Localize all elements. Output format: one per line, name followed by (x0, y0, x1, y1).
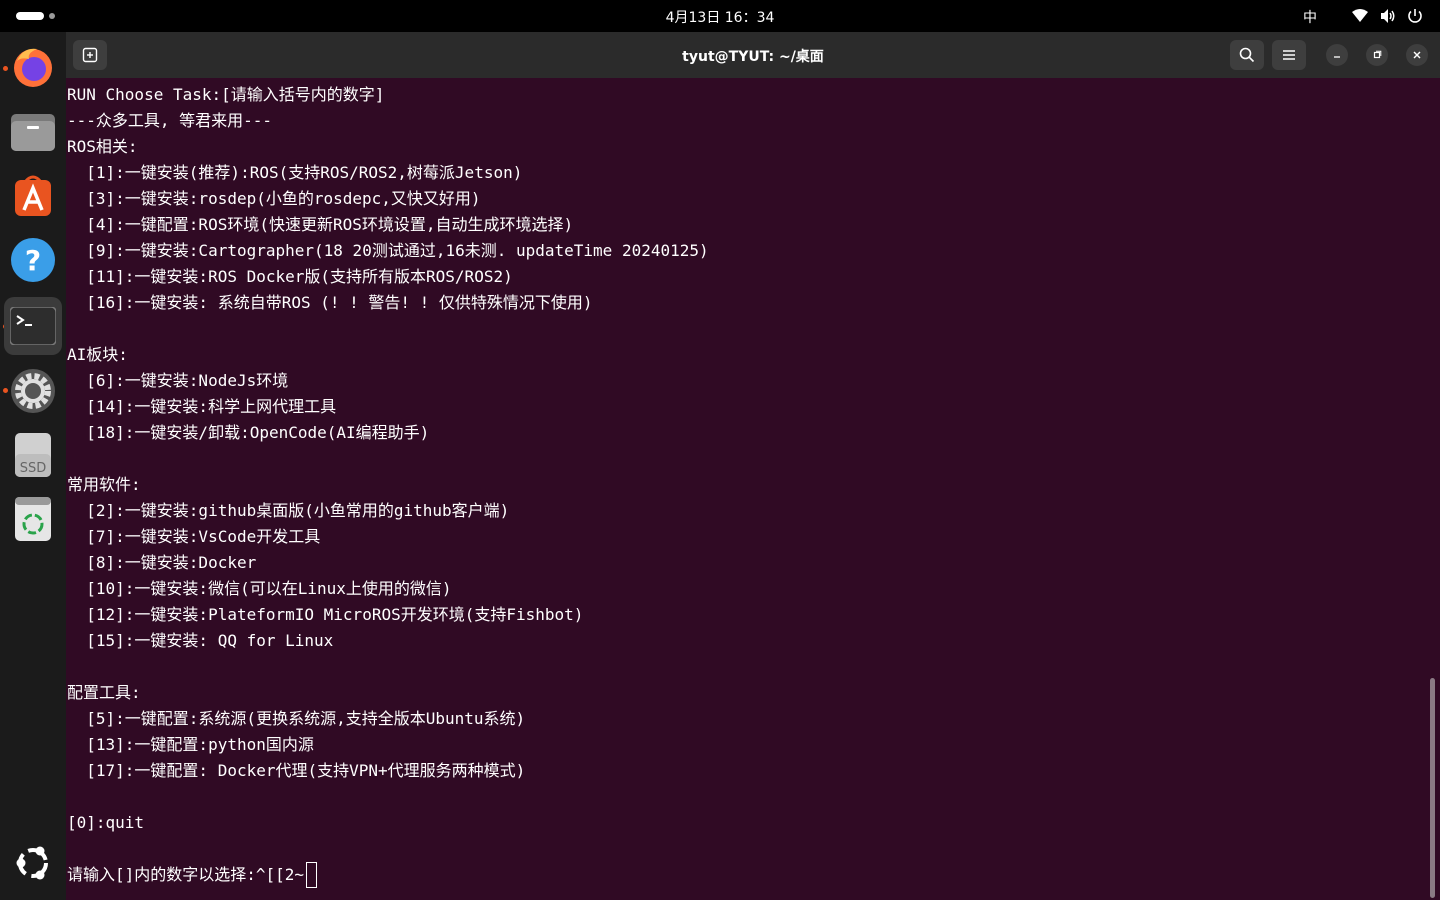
terminal-line: [15]:一键安装: QQ for Linux (67, 631, 334, 650)
minimize-icon (1334, 56, 1340, 58)
terminal-line: [8]:一键安装:Docker (67, 553, 257, 572)
restore-icon (1373, 50, 1382, 59)
power-icon[interactable] (1406, 7, 1424, 25)
terminal-line: [11]:一键安装:ROS Docker版(支持所有版本ROS/ROS2) (67, 267, 513, 286)
minimize-button[interactable] (1326, 44, 1348, 66)
terminal-line: [12]:一键安装:PlateformIO MicroROS开发环境(支持Fis… (67, 605, 584, 624)
terminal-line: ROS相关: (67, 137, 138, 156)
menu-button[interactable] (1272, 40, 1306, 70)
app-center-icon[interactable] (8, 171, 58, 221)
terminal-line: 常用软件: (67, 475, 141, 494)
terminal-window: tyut@TYUT: ~/桌面 RUN Choose Task:[请输入括号内的… (66, 32, 1440, 900)
prompt-line[interactable]: 请输入[]内的数字以选择:^[[2~ (67, 862, 1427, 888)
input-method-indicator[interactable]: 中 (1303, 7, 1317, 27)
search-icon (1239, 47, 1255, 63)
prompt-text: 请输入[]内的数字以选择:^[[2~ (67, 865, 305, 884)
svg-text:?: ? (25, 244, 41, 277)
files-icon[interactable] (8, 107, 58, 157)
hamburger-icon (1283, 50, 1295, 60)
terminal-line: [9]:一键安装:Cartographer(18 20测试通过,16未测. up… (67, 241, 709, 260)
terminal-line: [14]:一键安装:科学上网代理工具 (67, 397, 337, 416)
terminal-line: [18]:一键安装/卸载:OpenCode(AI编程助手) (67, 423, 430, 442)
text-cursor (306, 862, 318, 888)
terminal-line: [17]:一键配置: Docker代理(支持VPN+代理服务两种模式) (67, 761, 526, 780)
terminal-line: RUN Choose Task:[请输入括号内的数字] (67, 85, 385, 104)
scrollbar[interactable] (1430, 678, 1435, 898)
terminal-line: ---众多工具, 等君来用--- (67, 111, 273, 130)
firefox-icon[interactable] (8, 42, 58, 92)
dock: ? SSD (0, 32, 66, 900)
terminal-line: [1]:一键安装(推荐):ROS(支持ROS/ROS2,树莓派Jetson) (67, 163, 523, 182)
settings-icon[interactable] (8, 366, 58, 416)
maximize-button[interactable] (1366, 44, 1388, 66)
wifi-icon[interactable] (1351, 7, 1369, 25)
ssd-drive-icon[interactable]: SSD (8, 430, 58, 480)
terminal-line: [16]:一键安装: 系统自带ROS (! ! 警告! ! 仅供特殊情况下使用) (67, 293, 593, 312)
terminal-line: [0]:quit (67, 813, 145, 832)
terminal-line: 配置工具: (67, 683, 141, 702)
terminal-icon[interactable] (4, 297, 62, 355)
terminal-line: [7]:一键安装:VsCode开发工具 (67, 527, 321, 546)
volume-icon[interactable] (1379, 7, 1397, 25)
help-icon[interactable]: ? (8, 235, 58, 285)
window-titlebar[interactable]: tyut@TYUT: ~/桌面 (66, 32, 1440, 78)
clock[interactable]: 4月13日 16：34 (0, 7, 1440, 27)
close-button[interactable] (1406, 44, 1428, 66)
terminal-line: AI板块: (67, 345, 128, 364)
terminal-line: [3]:一键安装:rosdep(小鱼的rosdepc,又快又好用) (67, 189, 481, 208)
close-icon (1413, 51, 1421, 59)
terminal-line: [2]:一键安装:github桌面版(小鱼常用的github客户端) (67, 501, 510, 520)
terminal-line: [6]:一键安装:NodeJs环境 (67, 371, 289, 390)
top-bar: 4月13日 16：34 中 (0, 0, 1440, 32)
ubuntu-logo-icon[interactable] (8, 838, 58, 888)
ssd-label: SSD (20, 461, 47, 476)
terminal-line: [10]:一键安装:微信(可以在Linux上使用的微信) (67, 579, 452, 598)
terminal-output[interactable]: RUN Choose Task:[请输入括号内的数字] ---众多工具, 等君来… (67, 82, 1427, 900)
trash-icon[interactable] (8, 494, 58, 544)
search-button[interactable] (1230, 40, 1264, 70)
terminal-line: [4]:一键配置:ROS环境(快速更新ROS环境设置,自动生成环境选择) (67, 215, 574, 234)
terminal-line: [5]:一键配置:系统源(更换系统源,支持全版本Ubuntu系统) (67, 709, 526, 728)
terminal-line: [13]:一键配置:python国内源 (67, 735, 314, 754)
